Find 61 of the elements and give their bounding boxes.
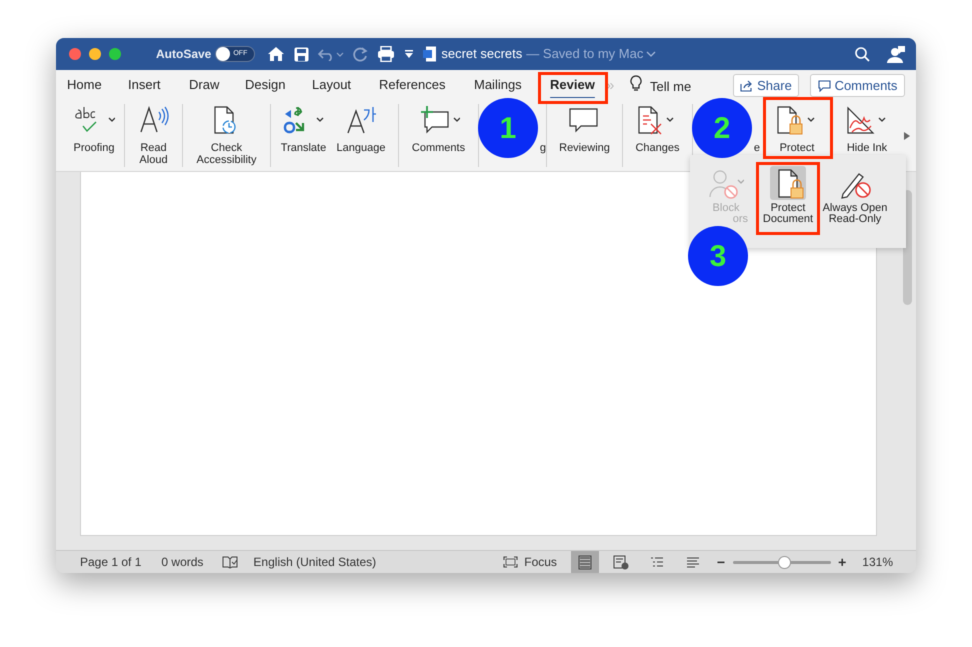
- share-button[interactable]: Share: [733, 74, 799, 97]
- outline-icon: [648, 554, 665, 570]
- ribbon-button[interactable]: Read Aloud: [125, 100, 182, 171]
- ribbon-button[interactable]: Language: [336, 100, 386, 171]
- ribbon-button[interactable]: Proofing: [64, 100, 124, 171]
- highlight-frame: [538, 72, 608, 104]
- language-status[interactable]: English (United States): [253, 553, 376, 571]
- person-blocked-icon: [708, 168, 744, 198]
- customize-icon[interactable]: [404, 49, 414, 59]
- ribbon-tab[interactable]: Home: [67, 75, 102, 97]
- ribbon-button[interactable]: Check Accessibility: [183, 100, 270, 171]
- home-icon[interactable]: [267, 46, 286, 62]
- search-icon[interactable]: [855, 46, 870, 62]
- ribbon-tab[interactable]: Mailings: [474, 75, 522, 97]
- document-icon: [423, 46, 438, 62]
- button-label: g: [540, 142, 546, 154]
- chevron-icon[interactable]: [646, 50, 656, 58]
- ribbon-tab[interactable]: Draw: [189, 75, 220, 97]
- scroll-right-icon[interactable]: [904, 132, 910, 140]
- ribbon-tab[interactable]: Design: [245, 75, 286, 97]
- focus-icon[interactable]: [503, 556, 518, 568]
- proofing-book-icon[interactable]: [222, 556, 238, 568]
- tell-me-field[interactable]: Tell me: [650, 77, 692, 96]
- ribbon-tab[interactable]: References: [379, 75, 446, 97]
- zoom-button[interactable]: [109, 48, 121, 60]
- save-icon[interactable]: [294, 46, 310, 62]
- document-title: secret secrets: [441, 45, 522, 64]
- focus-button[interactable]: Focus: [524, 553, 557, 571]
- ribbon-button[interactable]: Changes: [623, 100, 692, 171]
- web-layout-icon: [612, 554, 629, 570]
- ribbon-tab[interactable]: Layout: [312, 75, 352, 97]
- ribbon-button[interactable]: Comments: [399, 100, 478, 171]
- print-layout-icon: [576, 554, 593, 570]
- zoom-level[interactable]: 131%: [862, 553, 893, 571]
- autosave-label: AutoSave: [156, 46, 212, 63]
- highlight-frame: [763, 97, 833, 159]
- view-button[interactable]: [570, 551, 599, 573]
- redo-icon[interactable]: [353, 46, 368, 62]
- ribbon-button[interactable]: Reviewing: [547, 100, 622, 171]
- lightbulb-icon: [630, 75, 642, 92]
- ribbon-tab[interactable]: Review: [550, 75, 595, 97]
- ribbon-tab[interactable]: Insert: [128, 75, 161, 97]
- language-icon: [345, 106, 377, 136]
- zoom-slider[interactable]: [733, 556, 832, 568]
- minimize-button[interactable]: [89, 48, 101, 60]
- pen-strokes-icon: [846, 106, 888, 136]
- ribbon-button[interactable]: Translate: [271, 100, 336, 171]
- print-icon[interactable]: [377, 46, 396, 62]
- share-icon: [740, 80, 754, 92]
- zoom-out-button[interactable]: −: [716, 552, 726, 572]
- person-icon[interactable]: [887, 46, 905, 62]
- word-count[interactable]: 0 words: [161, 553, 204, 571]
- comments-button[interactable]: Comments: [810, 74, 905, 97]
- draft-icon: [684, 554, 701, 570]
- undo-icon[interactable]: [318, 47, 344, 61]
- translate-icon: [282, 106, 324, 136]
- zoom-in-button[interactable]: +: [838, 552, 846, 572]
- page-count[interactable]: Page 1 of 1: [80, 553, 142, 571]
- save-status: — Saved to my Mac: [526, 45, 644, 64]
- button-label: e: [754, 142, 760, 154]
- comment-icon: [818, 80, 831, 92]
